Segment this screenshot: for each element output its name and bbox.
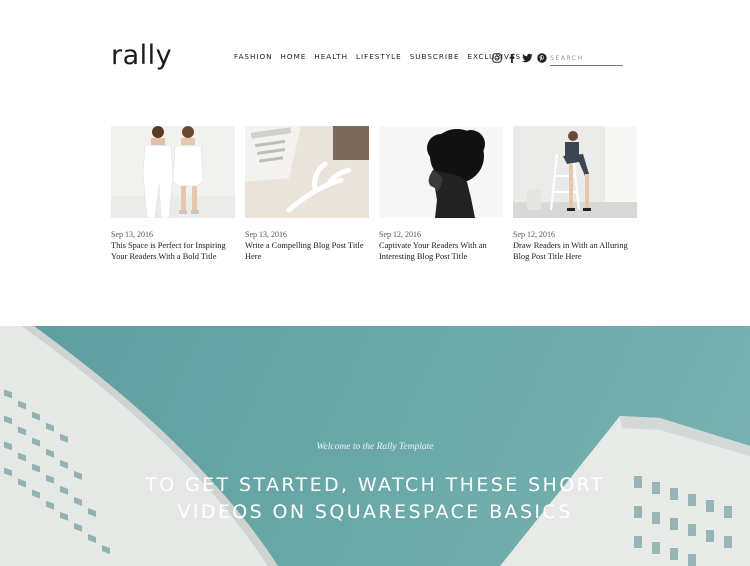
hero-banner: Welcome to the Rally Template TO GET STA… <box>0 326 750 566</box>
social-links <box>492 50 547 63</box>
hero-title: TO GET STARTED, WATCH THESE SHORT VIDEOS… <box>0 472 750 526</box>
post-thumbnail[interactable] <box>111 126 235 218</box>
facebook-icon[interactable] <box>507 50 517 63</box>
hero-title-line: VIDEOS ON SQUARESPACE BASICS <box>177 501 573 523</box>
nav-fashion[interactable]: FASHION <box>234 52 273 61</box>
post-thumbnail[interactable] <box>379 126 503 218</box>
post-date: Sep 12, 2016 <box>513 230 555 239</box>
post-title[interactable]: Captivate Your Readers With an Interesti… <box>379 241 503 262</box>
post-title[interactable]: Draw Readers in With an Alluring Blog Po… <box>513 241 637 262</box>
instagram-icon[interactable] <box>492 50 502 63</box>
post-title[interactable]: Write a Compelling Blog Post Title Here <box>245 241 369 262</box>
nav-home[interactable]: HOME <box>281 52 307 61</box>
post-card[interactable]: Sep 13, 2016 This Space is Perfect for I… <box>111 126 235 262</box>
search-input[interactable] <box>550 50 623 66</box>
nav-subscribe[interactable]: SUBSCRIBE <box>410 52 460 61</box>
nav-health[interactable]: HEALTH <box>314 52 348 61</box>
post-date: Sep 13, 2016 <box>245 230 287 239</box>
twitter-icon[interactable] <box>522 50 533 63</box>
post-thumbnail[interactable] <box>513 126 637 218</box>
post-card[interactable]: Sep 13, 2016 Write a Compelling Blog Pos… <box>245 126 369 262</box>
main-nav: FASHION HOME HEALTH LIFESTYLE SUBSCRIBE … <box>234 52 529 61</box>
pinterest-icon[interactable] <box>537 50 547 63</box>
recent-posts: Sep 13, 2016 This Space is Perfect for I… <box>111 126 647 262</box>
hero-title-line: TO GET STARTED, WATCH THESE SHORT <box>145 474 605 496</box>
site-logo[interactable]: rally <box>111 40 172 71</box>
post-card[interactable]: Sep 12, 2016 Captivate Your Readers With… <box>379 126 503 262</box>
post-title[interactable]: This Space is Perfect for Inspiring Your… <box>111 241 235 262</box>
post-date: Sep 13, 2016 <box>111 230 153 239</box>
nav-lifestyle[interactable]: LIFESTYLE <box>356 52 402 61</box>
post-thumbnail[interactable] <box>245 126 369 218</box>
site-header: rally FASHION HOME HEALTH LIFESTYLE SUBS… <box>0 0 750 110</box>
hero-subtitle: Welcome to the Rally Template <box>316 442 434 452</box>
post-date: Sep 12, 2016 <box>379 230 421 239</box>
post-card[interactable]: Sep 12, 2016 Draw Readers in With an All… <box>513 126 637 262</box>
